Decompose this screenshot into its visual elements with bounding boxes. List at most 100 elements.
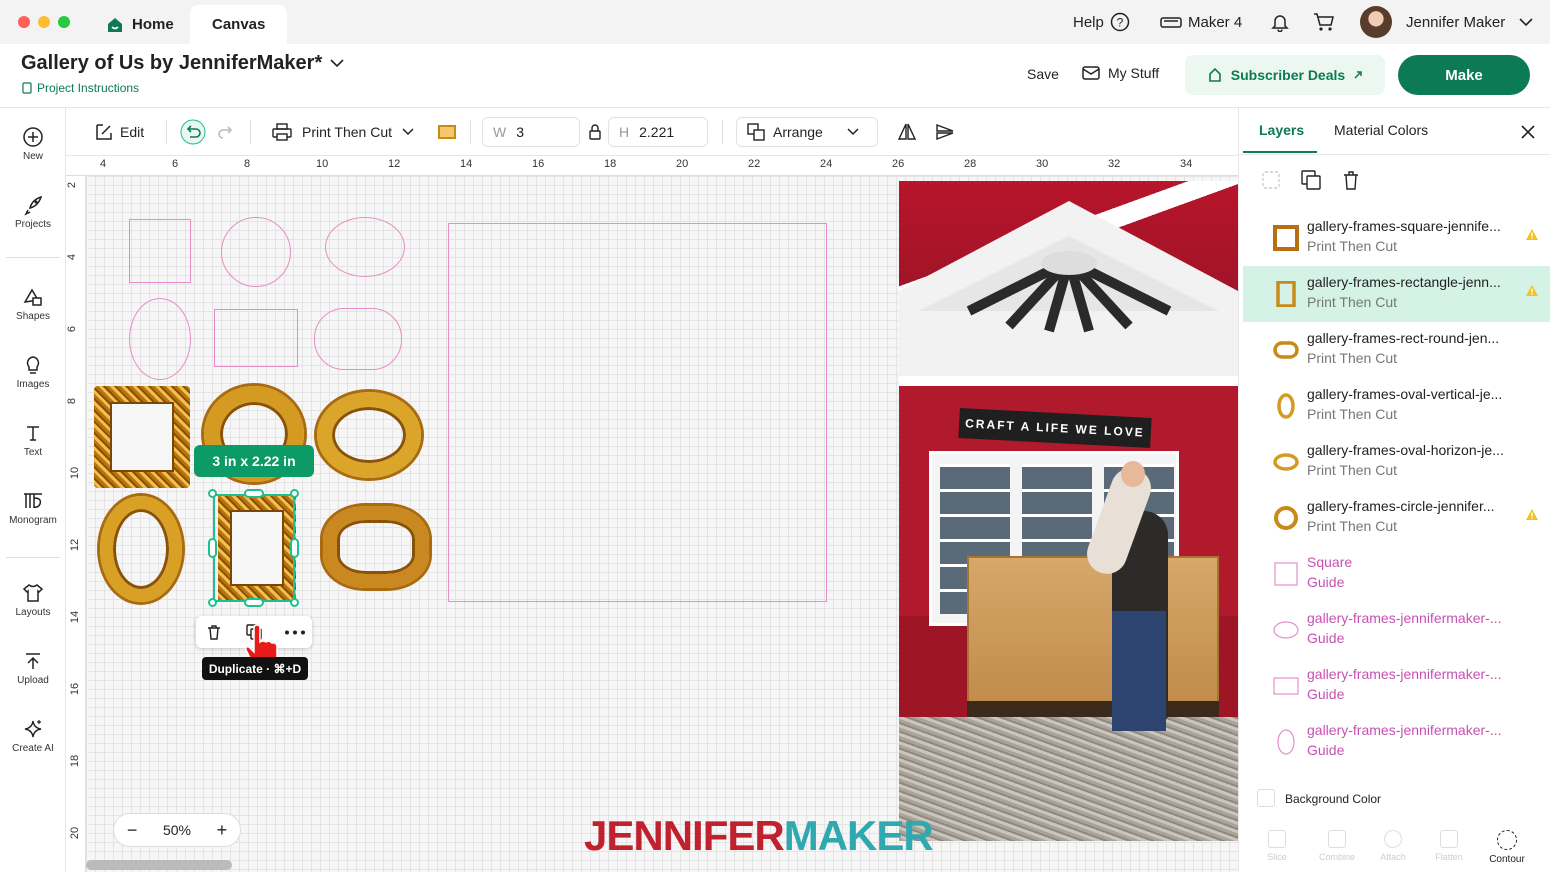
arrange-dropdown[interactable]: Arrange — [736, 117, 878, 147]
maximize-window-button[interactable] — [58, 16, 70, 28]
svg-text:?: ? — [1117, 16, 1124, 30]
attach-button[interactable]: Attach — [1373, 830, 1413, 862]
design-canvas[interactable]: 3 in x 2.22 in Duplicate · ⌘+D CRAFT A L… — [86, 176, 1238, 872]
gold-frame-oval-vertical[interactable] — [100, 496, 182, 602]
nav-images[interactable]: Images — [0, 354, 66, 390]
left-nav: New Projects Shapes Images Text Monogram… — [0, 108, 66, 872]
ruler-tick: 10 — [316, 158, 329, 170]
height-field[interactable]: H 2.221 — [608, 117, 708, 147]
resize-handle-top[interactable] — [244, 489, 264, 498]
ruler-tick: 14 — [460, 158, 473, 170]
slice-button[interactable]: Slice — [1257, 830, 1297, 862]
contour-icon — [1497, 830, 1517, 850]
project-title-dropdown[interactable]: Gallery of Us by JenniferMaker* — [21, 52, 344, 75]
nav-projects[interactable]: Projects — [0, 194, 66, 230]
notifications-button[interactable] — [1270, 0, 1290, 44]
resize-handle-corner[interactable] — [290, 598, 299, 607]
ruler-tick: 14 — [69, 610, 82, 624]
flip-vertical-button[interactable] — [934, 116, 956, 148]
guide-square[interactable] — [129, 219, 191, 283]
tab-material-colors[interactable]: Material Colors — [1334, 122, 1428, 138]
background-color-swatch[interactable] — [1257, 789, 1275, 807]
machine-button[interactable]: Maker 4 — [1160, 0, 1242, 44]
more-icon[interactable] — [284, 630, 306, 635]
layer-row[interactable]: gallery-frames-circle-jennifer... Print T… — [1243, 490, 1550, 546]
resize-handle-right[interactable] — [290, 538, 299, 558]
layer-name: gallery-frames-square-jennife... — [1307, 218, 1501, 234]
duplicate-layer-icon[interactable] — [1301, 170, 1321, 190]
layer-thumbnail — [1273, 393, 1299, 419]
tab-home[interactable]: Home — [84, 5, 196, 44]
project-instructions-link[interactable]: Project Instructions — [22, 81, 139, 95]
layer-row[interactable]: gallery-frames-jennifermaker-... Guide — [1243, 714, 1550, 770]
nav-layouts[interactable]: Layouts — [0, 582, 66, 618]
resize-handle-corner[interactable] — [208, 598, 217, 607]
gold-frame-oval-horizontal[interactable] — [317, 392, 421, 478]
flatten-button[interactable]: Flatten — [1429, 830, 1469, 862]
redo-button[interactable] — [215, 116, 237, 148]
warning-icon[interactable] — [1525, 508, 1539, 526]
uploaded-photo[interactable]: CRAFT A LIFE WE LOVE — [899, 181, 1238, 841]
layer-row[interactable]: gallery-frames-rect-round-jen... Print Th… — [1243, 322, 1550, 378]
user-menu[interactable]: Jennifer Maker — [1360, 0, 1533, 44]
horizontal-scrollbar[interactable] — [86, 860, 232, 870]
guide-large-square[interactable] — [448, 223, 827, 602]
tab-canvas[interactable]: Canvas — [190, 5, 288, 44]
flip-horizontal-button[interactable] — [896, 116, 918, 148]
close-window-button[interactable] — [18, 16, 30, 28]
resize-handle-corner[interactable] — [208, 489, 217, 498]
guide-oval-horizontal[interactable] — [325, 217, 405, 277]
minimize-window-button[interactable] — [38, 16, 50, 28]
nav-text[interactable]: Text — [0, 422, 66, 458]
guide-rect-round[interactable] — [314, 308, 402, 370]
zoom-out-button[interactable]: − — [127, 820, 138, 841]
zoom-in-button[interactable]: + — [217, 820, 228, 841]
subscriber-deals-label: Subscriber Deals — [1230, 67, 1346, 83]
gravel-ground — [899, 717, 1238, 841]
color-swatch[interactable] — [438, 125, 456, 139]
save-button[interactable]: Save — [1027, 66, 1059, 82]
layer-row[interactable]: gallery-frames-square-jennife... Print Th… — [1243, 210, 1550, 266]
resize-handle-corner[interactable] — [290, 489, 299, 498]
tab-layers-label: Layers — [1259, 122, 1305, 138]
subscriber-deals-button[interactable]: Subscriber Deals — [1185, 55, 1385, 95]
make-button[interactable]: Make — [1398, 55, 1530, 95]
selection-box[interactable] — [213, 494, 295, 602]
operation-dropdown[interactable]: Print Then Cut — [262, 117, 432, 147]
layer-row[interactable]: gallery-frames-oval-horizon-je... Print T… — [1243, 434, 1550, 490]
guide-rectangle[interactable] — [214, 309, 298, 367]
layer-row[interactable]: gallery-frames-oval-vertical-je... Print … — [1243, 378, 1550, 434]
cart-button[interactable] — [1313, 0, 1335, 44]
contour-button[interactable]: Contour — [1483, 830, 1531, 865]
layer-row[interactable]: gallery-frames-jennifermaker-... Guide — [1243, 602, 1550, 658]
warning-icon[interactable] — [1525, 284, 1539, 302]
my-stuff-button[interactable]: My Stuff — [1082, 65, 1159, 81]
nav-shapes[interactable]: Shapes — [0, 286, 66, 322]
resize-handle-left[interactable] — [208, 538, 217, 558]
nav-new[interactable]: New — [0, 126, 66, 162]
help-button[interactable]: Help ? — [1073, 0, 1130, 44]
trash-icon[interactable] — [206, 624, 222, 640]
nav-monogram[interactable]: Monogram — [0, 490, 66, 526]
layer-row[interactable]: gallery-frames-jennifermaker-... Guide — [1243, 658, 1550, 714]
gold-frame-square[interactable] — [94, 386, 190, 488]
guide-circle[interactable] — [221, 217, 291, 287]
combine-button[interactable]: Combine — [1313, 830, 1361, 862]
guide-oval-vertical[interactable] — [129, 298, 191, 380]
layer-row[interactable]: gallery-frames-rectangle-jenn... Print Th… — [1243, 266, 1550, 322]
gold-frame-rect-round[interactable] — [323, 506, 429, 588]
undo-button[interactable] — [180, 116, 206, 148]
resize-handle-bottom[interactable] — [244, 598, 264, 607]
layer-row[interactable]: Square Guide — [1243, 546, 1550, 602]
edit-button[interactable]: Edit — [94, 116, 144, 148]
group-icon[interactable] — [1261, 170, 1281, 190]
lock-aspect-button[interactable] — [588, 116, 602, 148]
ruler-tick: 20 — [676, 158, 689, 170]
close-panel-icon[interactable] — [1521, 125, 1535, 139]
delete-layer-icon[interactable] — [1341, 170, 1361, 190]
warning-icon[interactable] — [1525, 228, 1539, 246]
width-field[interactable]: W 3 — [482, 117, 580, 147]
nav-upload[interactable]: Upload — [0, 650, 66, 686]
nav-create-ai[interactable]: Create AI — [0, 718, 66, 754]
tab-layers[interactable]: Layers — [1259, 122, 1304, 138]
